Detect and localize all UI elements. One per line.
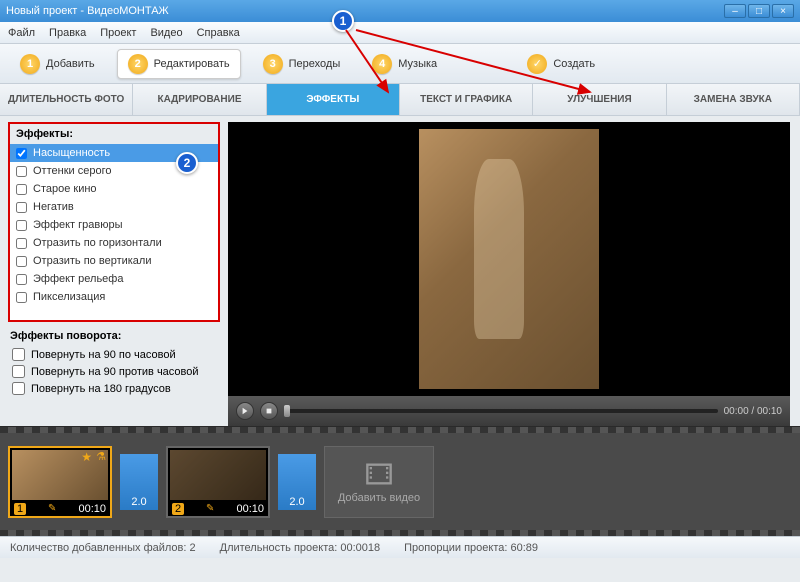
rotation-item[interactable]: Повернуть на 90 против часовой [8, 363, 220, 380]
step-create-button[interactable]: ✓Создать [517, 50, 605, 78]
effect-checkbox[interactable] [16, 166, 27, 177]
subtab-effects[interactable]: ЭФФЕКТЫ [267, 84, 400, 115]
minimize-button[interactable]: – [724, 4, 746, 18]
pencil-icon: ✎ [206, 503, 214, 514]
step-music-button[interactable]: 4Музыка [362, 50, 447, 78]
effect-checkbox[interactable] [16, 256, 27, 267]
timeline-transition-1[interactable]: 2.0 [120, 454, 158, 510]
rotation-panel: Эффекты поворота: Повернуть на 90 по час… [8, 326, 220, 397]
main-toolbar: 1Добавить 2Редактировать 3Переходы 4Музы… [0, 44, 800, 84]
flask-icon: ⚗ [96, 450, 106, 463]
subtab-text[interactable]: ТЕКСТ И ГРАФИКА [400, 84, 533, 115]
subtab-duration[interactable]: ДЛИТЕЛЬНОСТЬ ФОТО [0, 84, 133, 115]
effect-item[interactable]: Отразить по вертикали [10, 252, 218, 270]
maximize-button[interactable]: □ [748, 4, 770, 18]
menu-video[interactable]: Видео [150, 27, 182, 39]
window-title: Новый проект - ВидеоМОНТАЖ [6, 5, 722, 17]
effect-item[interactable]: Эффект гравюры [10, 216, 218, 234]
subtab-enhance[interactable]: УЛУЧШЕНИЯ [533, 84, 666, 115]
timeline-transition-2[interactable]: 2.0 [278, 454, 316, 510]
effect-checkbox[interactable] [16, 220, 27, 231]
timecode: 00:00 / 00:10 [724, 406, 782, 417]
subtabs: ДЛИТЕЛЬНОСТЬ ФОТО КАДРИРОВАНИЕ ЭФФЕКТЫ Т… [0, 84, 800, 116]
rotation-item[interactable]: Повернуть на 180 градусов [8, 380, 220, 397]
menu-project[interactable]: Проект [100, 27, 136, 39]
add-video-button[interactable]: Добавить видео [324, 446, 434, 518]
stop-button[interactable] [260, 402, 278, 420]
effects-list[interactable]: Насыщенность Оттенки серого Старое кино … [10, 144, 218, 320]
menubar: Файл Правка Проект Видео Справка [0, 22, 800, 44]
timeline[interactable]: ★ ⚗ 1✎00:10 2.0 2✎00:10 2.0 Добавить вид… [0, 426, 800, 536]
effect-item[interactable]: Негатив [10, 198, 218, 216]
effect-checkbox[interactable] [16, 292, 27, 303]
status-filecount: Количество добавленных файлов: 2 [10, 542, 196, 554]
effect-item[interactable]: Эффект рельефа [10, 270, 218, 288]
preview-frame [419, 129, 599, 389]
statusbar: Количество добавленных файлов: 2 Длитель… [0, 536, 800, 558]
titlebar: Новый проект - ВидеоМОНТАЖ – □ × [0, 0, 800, 22]
rotation-checkbox[interactable] [12, 348, 25, 361]
seek-thumb[interactable] [284, 405, 290, 417]
menu-edit[interactable]: Правка [49, 27, 86, 39]
timeline-clip-2[interactable]: 2✎00:10 [166, 446, 270, 518]
star-icon: ★ [81, 450, 92, 464]
status-duration: Длительность проекта: 00:0018 [220, 542, 381, 554]
status-ratio: Пропорции проекта: 60:89 [404, 542, 538, 554]
step-transitions-button[interactable]: 3Переходы [253, 50, 351, 78]
menu-file[interactable]: Файл [8, 27, 35, 39]
rotation-checkbox[interactable] [12, 382, 25, 395]
effect-item[interactable]: Пикселизация [10, 288, 218, 306]
subtab-crop[interactable]: КАДРИРОВАНИЕ [133, 84, 266, 115]
menu-help[interactable]: Справка [197, 27, 240, 39]
subtab-audio[interactable]: ЗАМЕНА ЗВУКА [667, 84, 800, 115]
effects-header: Эффекты: [10, 124, 218, 144]
effect-checkbox[interactable] [16, 148, 27, 159]
pencil-icon: ✎ [48, 503, 56, 514]
workspace: Эффекты: Насыщенность Оттенки серого Ста… [0, 116, 800, 426]
effect-item[interactable]: Старое кино [10, 180, 218, 198]
effect-checkbox[interactable] [16, 274, 27, 285]
filmstrip-icon [365, 460, 393, 488]
rotation-header: Эффекты поворота: [8, 326, 220, 346]
preview-pane: 00:00 / 00:10 [228, 116, 800, 426]
effect-item[interactable]: Оттенки серого [10, 162, 218, 180]
rotation-checkbox[interactable] [12, 365, 25, 378]
seek-bar[interactable] [284, 409, 718, 413]
video-preview[interactable] [228, 122, 790, 396]
effect-checkbox[interactable] [16, 238, 27, 249]
effects-sidebar: Эффекты: Насыщенность Оттенки серого Ста… [0, 116, 228, 426]
effect-checkbox[interactable] [16, 202, 27, 213]
step-add-button[interactable]: 1Добавить [10, 50, 105, 78]
effect-item[interactable]: Отразить по горизонтали [10, 234, 218, 252]
play-button[interactable] [236, 402, 254, 420]
effect-item-saturation[interactable]: Насыщенность [10, 144, 218, 162]
step-edit-button[interactable]: 2Редактировать [117, 49, 241, 79]
effects-panel: Эффекты: Насыщенность Оттенки серого Ста… [8, 122, 220, 322]
timeline-clip-1[interactable]: ★ ⚗ 1✎00:10 [8, 446, 112, 518]
effect-checkbox[interactable] [16, 184, 27, 195]
rotation-item[interactable]: Повернуть на 90 по часовой [8, 346, 220, 363]
close-button[interactable]: × [772, 4, 794, 18]
player-controls: 00:00 / 00:10 [228, 396, 790, 426]
